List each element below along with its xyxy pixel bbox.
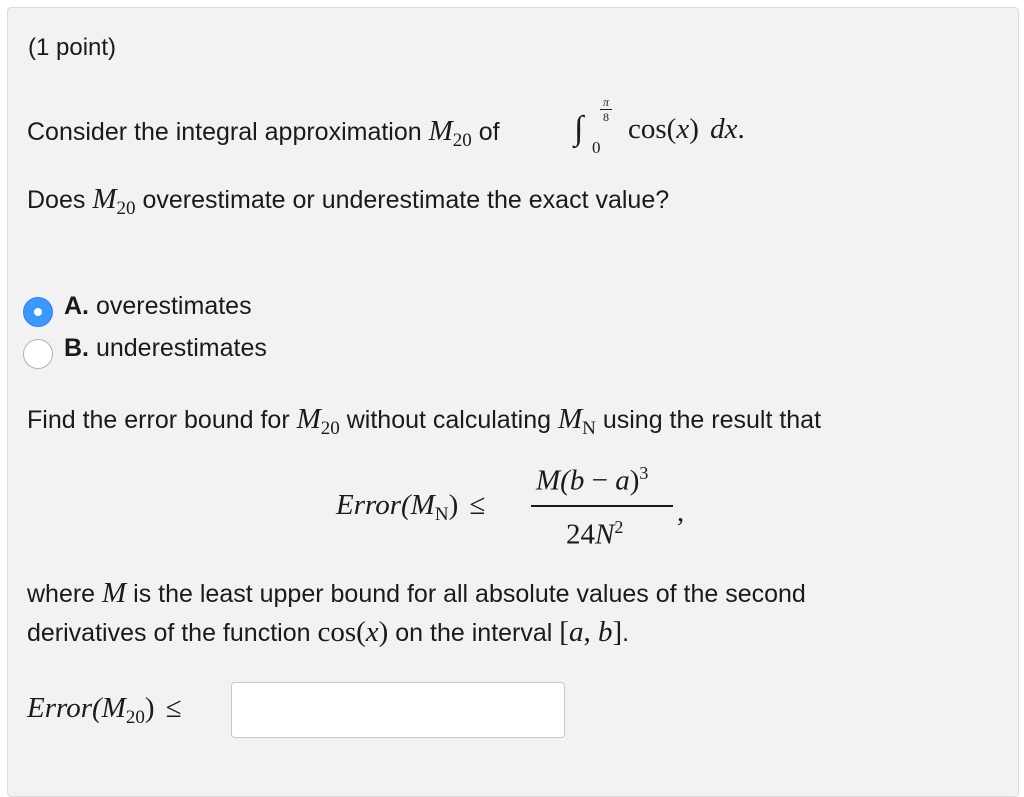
error-bound-prompt: Find the error bound for M20 without cal… [27,403,822,439]
error-bound-answer-input[interactable] [231,682,565,738]
choice-a-label[interactable]: A. overestimates [64,292,252,321]
answer-label: Error(M20) ≤ [27,692,182,728]
radio-underestimates[interactable] [23,339,53,369]
question-prompt: Does M20 overestimate or underestimate t… [27,183,670,219]
mn-symbol: MN [557,403,596,439]
question-intro: Consider the integral approximation M20 … [27,115,500,152]
m20-symbol: M20 [92,183,136,219]
where-line-2: derivatives of the function cos(x) on th… [27,616,630,648]
m20-symbol: M20 [296,403,340,439]
integrand: cos(x) dx. [628,113,745,145]
where-line-1: where M is the least upper bound for all… [27,577,806,609]
error-formula-lhs: Error(MN) ≤ [336,489,486,525]
formula-comma: , [677,496,685,528]
choice-b-label[interactable]: B. underestimates [64,334,267,363]
fraction-bar [531,505,673,507]
integral-lower-limit: 0 [592,138,601,157]
points-label: (1 point) [28,34,117,61]
intro-text: Consider the integral approximation [27,118,422,146]
integral-sign: ∫ [574,110,584,147]
of-text: of [478,118,500,146]
integral-upper-limit: π 8 [600,96,612,123]
error-formula-denominator: 24N2 [566,517,624,551]
radio-overestimates[interactable] [23,297,53,327]
m20-symbol: M20 [428,115,472,151]
error-formula-numerator: M(b − a)3 [536,463,649,497]
